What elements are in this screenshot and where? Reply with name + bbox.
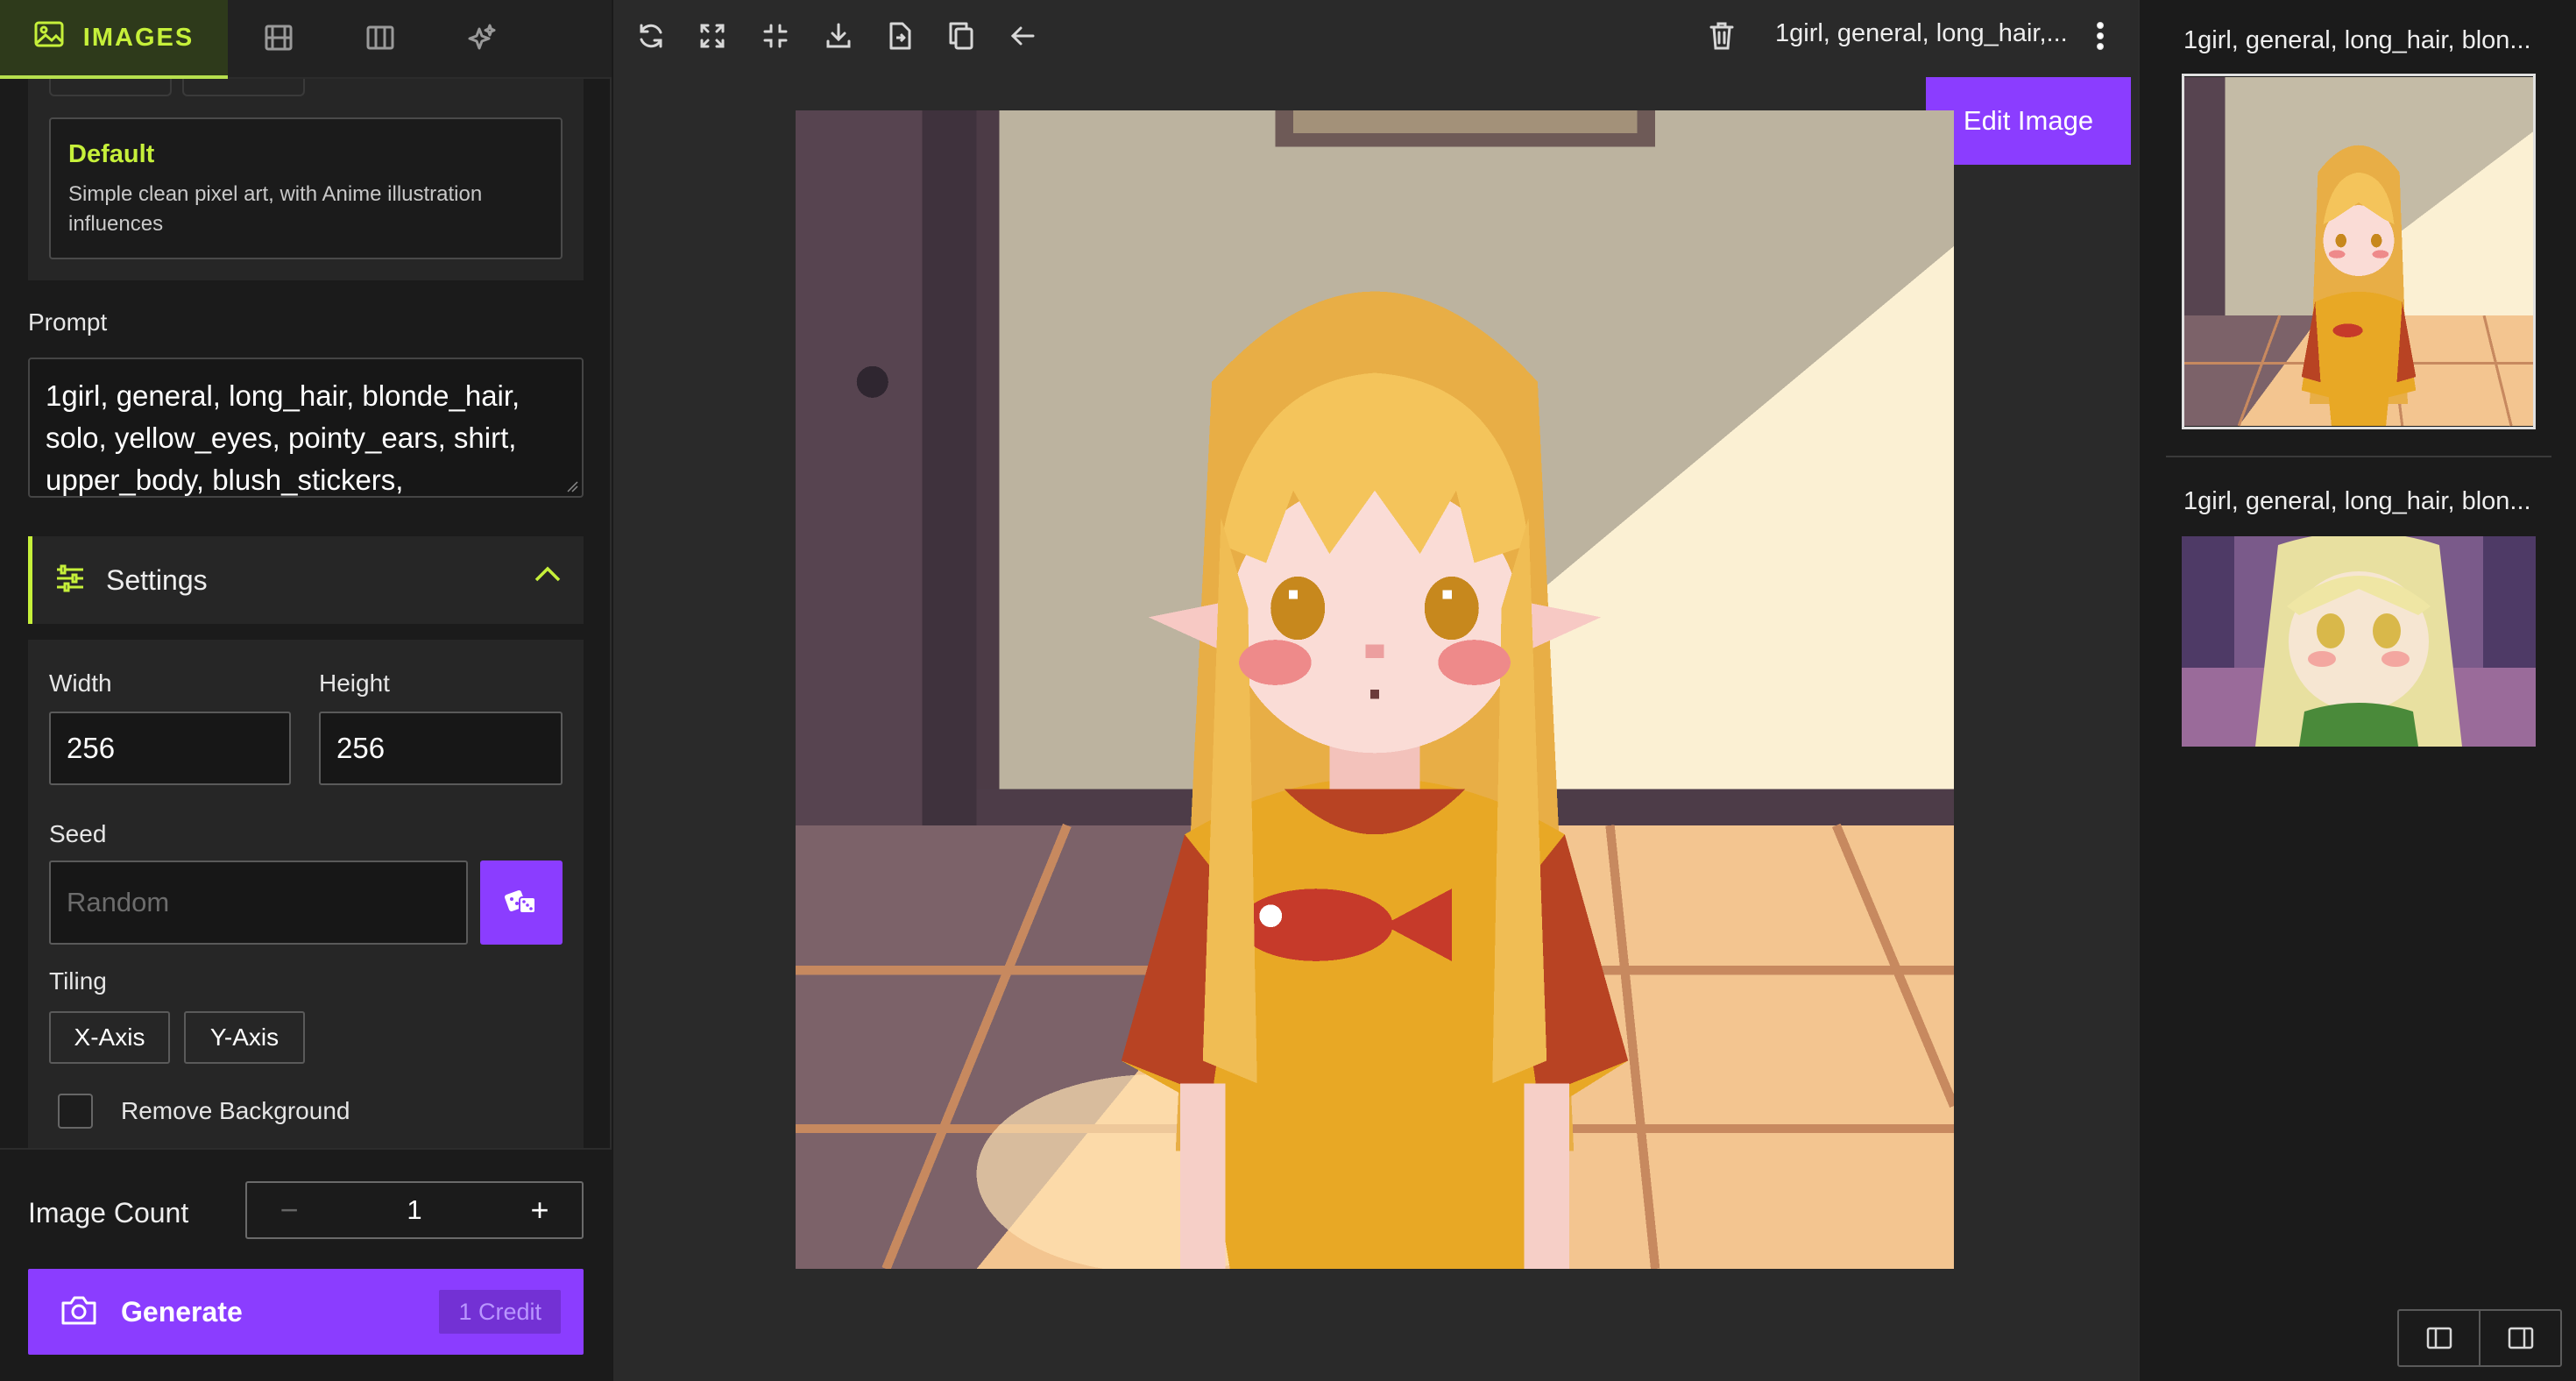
resize-grip-icon[interactable] [566, 480, 578, 492]
tiling-x-axis-button[interactable]: X-Axis [49, 1011, 170, 1064]
panel-right-icon[interactable] [2480, 1311, 2560, 1365]
style-chips-partial [49, 79, 305, 96]
tiling-y-axis-button[interactable]: Y-Axis [184, 1011, 305, 1064]
dice-icon [504, 885, 539, 921]
generate-button[interactable]: Generate 1 Credit [28, 1269, 584, 1355]
style-chip[interactable] [182, 79, 305, 96]
tab-images[interactable]: IMAGES [0, 0, 228, 79]
more-vertical-icon[interactable] [2082, 18, 2119, 54]
generate-footer: Image Count − 1 + Generate 1 Credit [0, 1148, 612, 1381]
viewer-toolbar: 1girl, general, long_hair,... [613, 0, 2138, 70]
style-name: Default [68, 140, 155, 168]
style-description: Simple clean pixel art, with Anime illus… [68, 182, 483, 236]
expand-icon[interactable] [694, 18, 731, 54]
height-label: Height [319, 669, 390, 697]
thumbnail-image [2182, 536, 2536, 747]
image-count-stepper: − 1 + [245, 1181, 584, 1239]
camera-icon [60, 1293, 98, 1331]
tab-video[interactable] [228, 0, 329, 79]
style-chip[interactable] [49, 79, 172, 96]
history-panel: 1girl, general, long_hair, blon... 1girl… [2138, 0, 2576, 1381]
current-image-title: 1girl, general, long_hair,... [1775, 19, 2068, 47]
tiling-label: Tiling [49, 967, 107, 995]
trash-icon[interactable] [1703, 18, 1740, 54]
generate-label: Generate [121, 1295, 243, 1328]
image-count-label: Image Count [28, 1197, 189, 1229]
arrow-left-icon[interactable] [1004, 18, 1041, 54]
thumbnail-image [2184, 77, 2533, 427]
sparkles-icon [467, 24, 497, 56]
settings-accordion-header[interactable]: Settings [28, 536, 584, 624]
image-icon [34, 21, 64, 54]
random-seed-button[interactable] [480, 860, 563, 945]
download-icon[interactable] [820, 18, 857, 54]
remove-background-row: Remove Background [58, 1094, 350, 1129]
collapse-icon[interactable] [757, 18, 794, 54]
increment-button[interactable]: + [498, 1183, 582, 1237]
tab-compare[interactable] [329, 0, 431, 79]
height-input[interactable]: 256 [319, 712, 563, 785]
left-panel: IMAGES Default Simple clean pixel art, w… [0, 0, 612, 1381]
generated-image [796, 110, 1954, 1269]
history-item-title: 1girl, general, long_hair, blon... [2183, 487, 2531, 515]
sliders-icon [55, 564, 85, 597]
settings-scroll-area[interactable]: Default Simple clean pixel art, with Ani… [0, 79, 612, 1148]
remove-background-label: Remove Background [121, 1097, 350, 1124]
width-input[interactable]: 256 [49, 712, 291, 785]
history-thumbnail[interactable] [2182, 536, 2536, 747]
image-viewer: 1girl, general, long_hair,... Edit Image [613, 0, 2138, 1381]
history-thumbnail-selected[interactable] [2182, 74, 2536, 429]
remove-background-checkbox[interactable] [58, 1094, 93, 1129]
decrement-button[interactable]: − [247, 1183, 331, 1237]
settings-body: Width 256 Height 256 Seed Random Tiling … [28, 640, 584, 1148]
style-card-default[interactable]: Default Simple clean pixel art, with Ani… [49, 117, 563, 259]
settings-title: Settings [106, 563, 208, 596]
history-item-title: 1girl, general, long_hair, blon... [2183, 26, 2531, 54]
columns-icon [365, 25, 395, 55]
layout-toggle [2397, 1309, 2562, 1367]
film-icon [264, 25, 294, 55]
seed-input[interactable]: Random [49, 860, 468, 945]
app-root: IMAGES Default Simple clean pixel art, w… [0, 0, 2576, 1381]
refresh-icon[interactable] [633, 18, 669, 54]
tab-images-label: IMAGES [82, 23, 195, 52]
mode-tabs: IMAGES [0, 0, 612, 79]
seed-label: Seed [49, 820, 107, 847]
chevron-up-icon [534, 566, 561, 586]
edit-image-button[interactable]: Edit Image [1926, 77, 2131, 165]
prompt-textarea[interactable]: 1girl, general, long_hair, blonde_hair, … [28, 358, 584, 498]
prompt-label: Prompt [28, 308, 108, 336]
prompt-text: 1girl, general, long_hair, blonde_hair, … [46, 379, 520, 496]
file-export-icon[interactable] [881, 18, 918, 54]
history-divider [2166, 456, 2551, 457]
width-label: Width [49, 669, 112, 697]
credit-badge: 1 Credit [439, 1290, 561, 1334]
panel-left-icon[interactable] [2399, 1311, 2480, 1365]
copy-icon[interactable] [943, 18, 980, 54]
tab-magic[interactable] [431, 0, 533, 79]
image-count-value[interactable]: 1 [331, 1194, 498, 1226]
